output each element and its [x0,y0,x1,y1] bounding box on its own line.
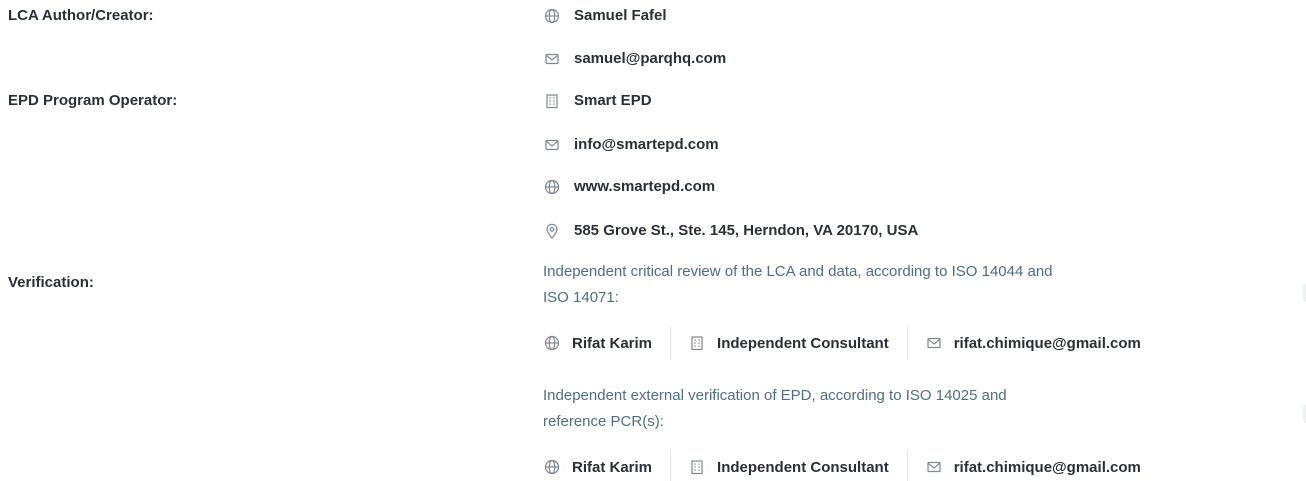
critical-review-person-name: Rifat Karim [572,334,653,352]
lca-author-email-row[interactable]: samuel@parqhq.com [544,50,726,67]
mail-icon [926,335,942,351]
divider [906,450,908,481]
globe-icon [544,179,560,195]
building-icon [544,93,560,109]
external-verification-description: Independent external verification of EPD… [543,383,1283,435]
critical-review-person: Rifat Karim [544,335,652,352]
location-pin-icon [544,223,560,239]
globe-icon [544,459,560,475]
lca-author-email[interactable]: samuel@parqhq.com [574,50,726,67]
external-verification-person-name: Rifat Karim [572,458,653,476]
program-operator-email-row[interactable]: info@smartepd.com [544,136,719,153]
divider [906,326,908,360]
epd-contact-details: LCA Author/Creator: Samuel Fafel samuel@… [0,0,1306,481]
program-operator-website-row[interactable]: www.smartepd.com [544,178,715,195]
critical-review-description-line2: ISO 14071: [543,289,619,306]
building-icon [689,459,705,475]
critical-review-email[interactable]: rifat.chimique@gmail.com [926,335,1141,352]
critical-review-organization: Independent Consultant [689,335,889,352]
program-operator-label: EPD Program Operator: [8,92,178,109]
critical-review-organization-name: Independent Consultant [717,334,889,352]
external-verification-person: Rifat Karim [544,459,652,476]
program-operator-website[interactable]: www.smartepd.com [574,178,715,195]
lca-author-name: Samuel Fafel [574,7,667,24]
mail-icon [926,459,942,475]
program-operator-address-row: 585 Grove St., Ste. 145, Herndon, VA 201… [544,222,918,239]
divider [670,326,672,360]
external-verification-organization: Independent Consultant [689,459,889,476]
critical-review-description: Independent critical review of the LCA a… [543,259,1283,311]
lca-author-label: LCA Author/Creator: [8,7,154,24]
critical-review-verifier-row: Rifat Karim Independent Consultant rifat… [544,326,1141,360]
critical-review-description-line1: Independent critical review of the LCA a… [543,263,1053,280]
external-verification-organization-name: Independent Consultant [717,458,889,476]
critical-review-email-address[interactable]: rifat.chimique@gmail.com [954,335,1141,352]
program-operator-org-row: Smart EPD [544,92,652,109]
program-operator-address: 585 Grove St., Ste. 145, Herndon, VA 201… [574,222,919,239]
external-verification-description-line2: reference PCR(s): [543,413,664,430]
external-verification-email-address[interactable]: rifat.chimique@gmail.com [954,459,1141,476]
globe-icon [544,8,560,24]
external-verification-description-line1: Independent external verification of EPD… [543,387,1007,404]
verification-label: Verification: [8,274,94,291]
divider [670,450,672,481]
lca-author-name-row: Samuel Fafel [544,7,667,24]
program-operator-email[interactable]: info@smartepd.com [574,136,719,153]
mail-icon [544,137,560,153]
globe-icon [544,335,560,351]
mail-icon [544,51,560,67]
external-verification-email[interactable]: rifat.chimique@gmail.com [926,459,1141,476]
building-icon [689,335,705,351]
program-operator-organization: Smart EPD [574,92,652,109]
external-verification-verifier-row: Rifat Karim Independent Consultant rifat… [544,450,1141,481]
